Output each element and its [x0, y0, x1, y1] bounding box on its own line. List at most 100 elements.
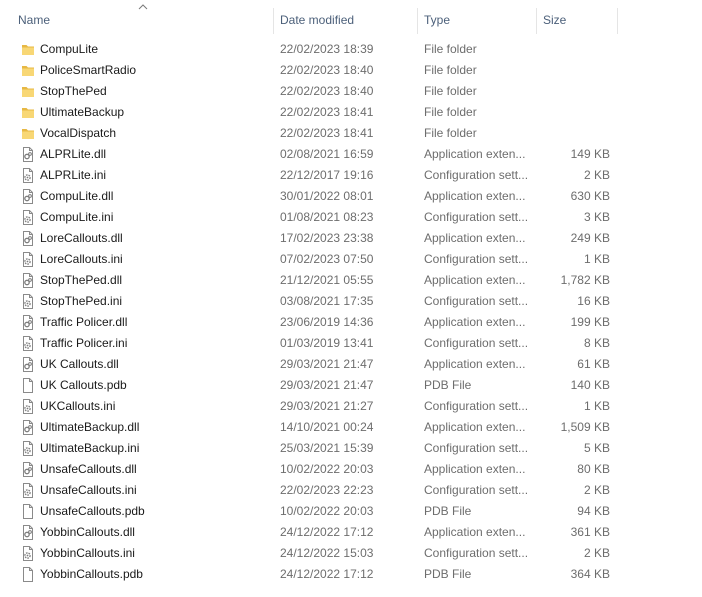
config-file-icon: [21, 294, 35, 309]
file-name[interactable]: UKCallouts.ini: [40, 396, 115, 417]
file-size: 3 KB: [583, 210, 610, 224]
file-name[interactable]: YobbinCallouts.ini: [40, 543, 135, 564]
file-row[interactable]: ALPRLite.dll 02/08/2021 16:59 Application …: [0, 144, 702, 165]
file-row[interactable]: UnsafeCallouts.dll 10/02/2022 20:03 Applic…: [0, 459, 702, 480]
file-name[interactable]: StopThePed: [40, 81, 107, 102]
file-name[interactable]: UnsafeCallouts.pdb: [40, 501, 145, 522]
dll-file-icon: [23, 357, 33, 372]
file-row[interactable]: YobbinCallouts.ini 24/12/2022 15:03 Config…: [0, 543, 702, 564]
file-name[interactable]: Traffic Policer.ini: [40, 333, 127, 354]
file-name[interactable]: ALPRLite.dll: [40, 144, 106, 165]
generic-file-icon: [23, 567, 33, 582]
file-name[interactable]: UltimateBackup.dll: [40, 417, 139, 438]
file-type: Configuration sett...: [424, 441, 529, 455]
file-type: Application exten...: [424, 357, 526, 371]
file-row[interactable]: YobbinCallouts.pdb 24/12/2022 17:12 PDB Fi…: [0, 564, 702, 585]
file-size: 140 KB: [570, 378, 610, 392]
column-header-size[interactable]: Size: [543, 0, 566, 36]
file-name[interactable]: Traffic Policer.dll: [40, 312, 127, 333]
folder-icon: [21, 105, 35, 120]
column-divider[interactable]: [417, 8, 418, 34]
file-row[interactable]: UKCallouts.ini 29/03/2021 21:27 Configurat…: [0, 396, 702, 417]
file-row[interactable]: YobbinCallouts.dll 24/12/2022 17:12 Applic…: [0, 522, 702, 543]
config-file-icon: [23, 483, 33, 498]
file-type: File folder: [424, 42, 477, 56]
column-header-name[interactable]: Name: [18, 0, 50, 36]
file-row[interactable]: Traffic Policer.dll 23/06/2019 14:36 Appli…: [0, 312, 702, 333]
file-date-modified: 22/02/2023 18:41: [280, 126, 374, 140]
file-type: Application exten...: [424, 147, 526, 161]
file-name[interactable]: StopThePed.dll: [40, 270, 122, 291]
file-name[interactable]: YobbinCallouts.pdb: [40, 564, 143, 585]
dll-file-icon: [21, 462, 35, 477]
file-name[interactable]: PoliceSmartRadio: [40, 60, 136, 81]
dll-file-icon: [23, 231, 33, 246]
folder-row[interactable]: CompuLite 22/02/2023 18:39 File folder: [0, 39, 702, 60]
dll-file-icon: [23, 315, 33, 330]
file-name[interactable]: CompuLite: [40, 39, 98, 60]
file-row[interactable]: UltimateBackup.dll 14/10/2021 00:24 Applic…: [0, 417, 702, 438]
file-name[interactable]: LoreCallouts.dll: [40, 228, 123, 249]
file-name[interactable]: UK Callouts.pdb: [40, 375, 127, 396]
file-row[interactable]: UnsafeCallouts.pdb 10/02/2022 20:03 PDB Fi…: [0, 501, 702, 522]
file-date-modified: 03/08/2021 17:35: [280, 294, 374, 308]
file-type: Configuration sett...: [424, 399, 529, 413]
file-row[interactable]: CompuLite.ini 01/08/2021 08:23 Configurati…: [0, 207, 702, 228]
file-name[interactable]: LoreCallouts.ini: [40, 249, 123, 270]
file-date-modified: 22/02/2023 22:23: [280, 483, 374, 497]
file-row[interactable]: StopThePed.dll 21/12/2021 05:55 Applicatio…: [0, 270, 702, 291]
file-date-modified: 10/02/2022 20:03: [280, 462, 374, 476]
folder-row[interactable]: UltimateBackup 22/02/2023 18:41 File folde…: [0, 102, 702, 123]
config-file-icon: [23, 252, 33, 267]
file-row[interactable]: UK Callouts.pdb 29/03/2021 21:47 PDB File 1…: [0, 375, 702, 396]
file-name[interactable]: StopThePed.ini: [40, 291, 122, 312]
sort-ascending-icon[interactable]: [138, 3, 148, 11]
file-name[interactable]: YobbinCallouts.dll: [40, 522, 135, 543]
file-type: Configuration sett...: [424, 483, 529, 497]
file-name[interactable]: UK Callouts.dll: [40, 354, 119, 375]
file-size: 1,509 KB: [560, 420, 610, 434]
dll-file-icon: [23, 273, 33, 288]
file-type: PDB File: [424, 378, 472, 392]
config-file-icon: [23, 336, 33, 351]
folder-row[interactable]: StopThePed 22/02/2023 18:40 File folder: [0, 81, 702, 102]
file-date-modified: 23/06/2019 14:36: [280, 315, 374, 329]
file-size: 61 KB: [577, 357, 610, 371]
file-name[interactable]: UltimateBackup.ini: [40, 438, 139, 459]
file-size: 2 KB: [583, 483, 610, 497]
file-row[interactable]: ALPRLite.ini 22/12/2017 19:16 Configuratio…: [0, 165, 702, 186]
file-date-modified: 29/03/2021 21:47: [280, 357, 374, 371]
file-name[interactable]: ALPRLite.ini: [40, 165, 106, 186]
column-divider[interactable]: [536, 8, 537, 34]
file-size: 16 KB: [577, 294, 610, 308]
folder-row[interactable]: VocalDispatch 22/02/2023 18:41 File folder: [0, 123, 702, 144]
file-row[interactable]: CompuLite.dll 30/01/2022 08:01 Application…: [0, 186, 702, 207]
config-file-icon: [21, 336, 35, 351]
file-name[interactable]: CompuLite.ini: [40, 207, 113, 228]
column-divider[interactable]: [617, 8, 618, 34]
file-row[interactable]: StopThePed.ini 03/08/2021 17:35 Configurat…: [0, 291, 702, 312]
file-name[interactable]: UnsafeCallouts.dll: [40, 459, 137, 480]
file-name[interactable]: VocalDispatch: [40, 123, 116, 144]
column-header-date[interactable]: Date modified: [280, 0, 354, 36]
file-type: Configuration sett...: [424, 168, 529, 182]
column-header-type[interactable]: Type: [424, 0, 450, 36]
file-type: Application exten...: [424, 273, 526, 287]
file-name[interactable]: UltimateBackup: [40, 102, 124, 123]
file-size: 630 KB: [570, 189, 610, 203]
file-row[interactable]: Traffic Policer.ini 01/03/2019 13:41 Confi…: [0, 333, 702, 354]
file-size: 2 KB: [583, 168, 610, 182]
file-size: 149 KB: [570, 147, 610, 161]
file-name[interactable]: UnsafeCallouts.ini: [40, 480, 137, 501]
file-row[interactable]: UnsafeCallouts.ini 22/02/2023 22:23 Config…: [0, 480, 702, 501]
file-name[interactable]: CompuLite.dll: [40, 186, 113, 207]
file-row[interactable]: UK Callouts.dll 29/03/2021 21:47 Applicati…: [0, 354, 702, 375]
folder-row[interactable]: PoliceSmartRadio 22/02/2023 18:40 File fol…: [0, 60, 702, 81]
file-row[interactable]: LoreCallouts.dll 17/02/2023 23:38 Applicat…: [0, 228, 702, 249]
config-file-icon: [23, 168, 33, 183]
column-divider[interactable]: [273, 8, 274, 34]
file-row[interactable]: UltimateBackup.ini 25/03/2021 15:39 Config…: [0, 438, 702, 459]
file-row[interactable]: LoreCallouts.ini 07/02/2023 07:50 Configur…: [0, 249, 702, 270]
folder-icon: [21, 42, 35, 57]
file-size: 94 KB: [577, 504, 610, 518]
